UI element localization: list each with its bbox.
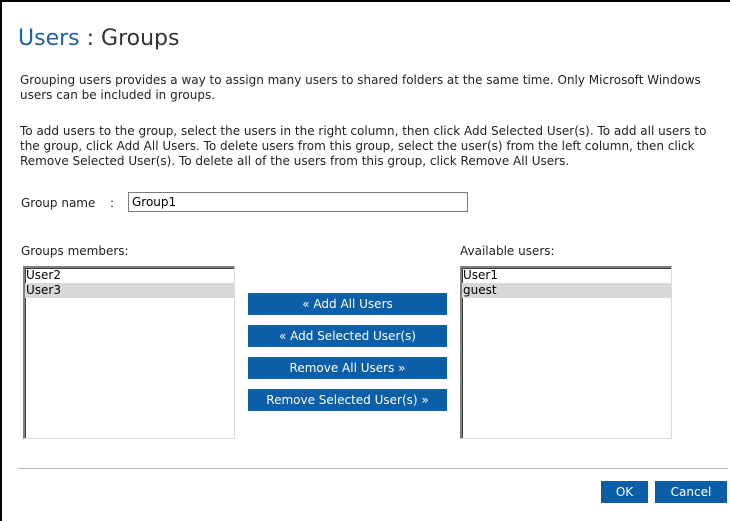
list-item[interactable]: User3 bbox=[25, 283, 234, 298]
group-name-label: Group name bbox=[21, 196, 96, 210]
breadcrumb-separator: : bbox=[86, 26, 95, 51]
breadcrumb-current: Groups bbox=[101, 26, 180, 51]
group-name-input[interactable] bbox=[128, 192, 468, 212]
ok-button[interactable]: OK bbox=[601, 481, 648, 503]
group-name-colon: : bbox=[110, 196, 115, 210]
description-paragraph-2: To add users to the group, select the us… bbox=[20, 124, 707, 168]
remove-selected-users-button[interactable]: Remove Selected User(s) » bbox=[248, 389, 447, 411]
available-users-listbox[interactable]: User1 guest bbox=[460, 266, 672, 439]
group-members-listbox[interactable]: User2 User3 bbox=[23, 266, 235, 439]
list-item[interactable]: guest bbox=[462, 283, 671, 298]
cancel-button[interactable]: Cancel bbox=[655, 481, 727, 503]
description-paragraph-1: Grouping users provides a way to assign … bbox=[20, 73, 701, 102]
add-all-users-button[interactable]: « Add All Users bbox=[248, 293, 447, 315]
remove-all-users-button[interactable]: Remove All Users » bbox=[248, 357, 447, 379]
breadcrumb-users-link[interactable]: Users bbox=[18, 26, 80, 51]
list-item[interactable]: User1 bbox=[462, 268, 671, 283]
available-users-label: Available users: bbox=[460, 244, 555, 258]
footer-divider bbox=[18, 468, 728, 469]
group-members-label: Groups members: bbox=[21, 244, 129, 258]
page-title: Users : Groups bbox=[18, 26, 179, 52]
add-selected-users-button[interactable]: « Add Selected User(s) bbox=[248, 325, 447, 347]
list-item[interactable]: User2 bbox=[25, 268, 234, 283]
